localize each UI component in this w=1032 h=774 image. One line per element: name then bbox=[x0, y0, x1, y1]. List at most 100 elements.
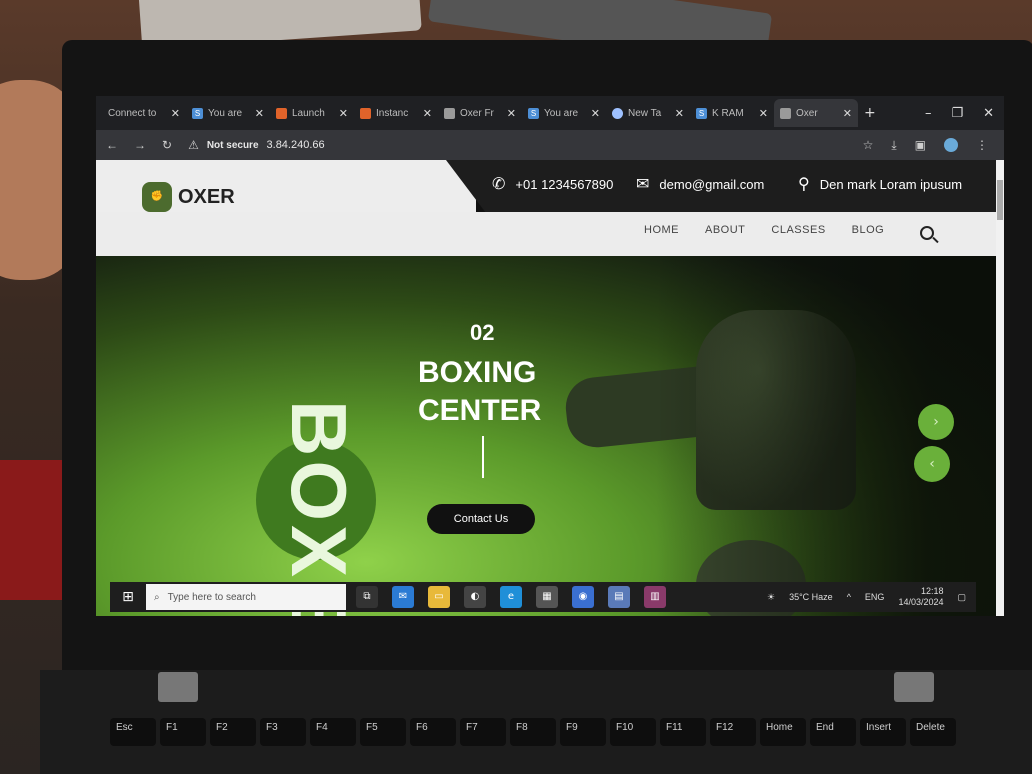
keyboard-key: F11 bbox=[660, 718, 706, 746]
logo-text: OXER bbox=[178, 185, 235, 208]
url-text: 3.84.240.66 bbox=[266, 139, 325, 151]
location-contact[interactable]: ⚲ Den mark Loram ipusum bbox=[798, 174, 962, 194]
browser-tab[interactable]: Instanc ✕ bbox=[354, 99, 438, 127]
back-icon[interactable]: ← bbox=[106, 138, 118, 152]
phone-contact[interactable]: ✆ +01 1234567890 bbox=[492, 174, 613, 194]
nav-item-home[interactable]: HOME bbox=[644, 224, 679, 236]
keyboard-key: Esc bbox=[110, 718, 156, 746]
tab-close-icon[interactable]: ✕ bbox=[171, 107, 180, 120]
tab-label: New Ta bbox=[628, 107, 662, 119]
tab-close-icon[interactable]: ✕ bbox=[675, 107, 684, 120]
tab-favicon-icon bbox=[780, 107, 791, 119]
scrollbar-thumb[interactable] bbox=[997, 180, 1003, 220]
window-controls: – ❐ ✕ bbox=[925, 106, 1004, 121]
site-logo[interactable]: ✊ OXER bbox=[142, 182, 235, 212]
profile-avatar[interactable] bbox=[944, 138, 958, 152]
carousel-next-button[interactable]: › bbox=[918, 404, 954, 440]
email-contact[interactable]: ✉ demo@gmail.com bbox=[636, 174, 764, 194]
keyboard-key: F12 bbox=[710, 718, 756, 746]
tray-chevron-icon[interactable]: ^ bbox=[847, 592, 851, 602]
browser-tab[interactable]: Oxer Fr ✕ bbox=[438, 99, 522, 127]
restore-icon[interactable]: ❐ bbox=[951, 106, 963, 121]
hero-headline: BOXING CENTER bbox=[418, 354, 541, 430]
phone-number: +01 1234567890 bbox=[515, 176, 614, 192]
reload-icon[interactable]: ↻ bbox=[162, 138, 172, 152]
clock[interactable]: 12:18 14/03/2024 bbox=[898, 586, 943, 608]
headline-line-2: CENTER bbox=[418, 394, 542, 427]
tab-label: K RAM bbox=[712, 107, 744, 119]
main-nav: HOME ABOUT CLASSES BLOG bbox=[644, 224, 884, 236]
warning-icon: ⚠ bbox=[188, 138, 199, 152]
notification-icon[interactable]: ▢ bbox=[957, 592, 966, 603]
tab-close-icon[interactable]: ✕ bbox=[507, 107, 516, 120]
app-icon-2[interactable]: ▤ bbox=[608, 586, 630, 608]
tab-label: Connect to bbox=[108, 107, 157, 119]
windows-start-icon[interactable]: ⊞ bbox=[110, 582, 146, 612]
nav-item-about[interactable]: ABOUT bbox=[705, 224, 745, 236]
search-icon[interactable] bbox=[920, 226, 934, 240]
email-address: demo@gmail.com bbox=[659, 176, 765, 192]
nav-item-classes[interactable]: CLASSES bbox=[771, 224, 825, 236]
browser-tab[interactable]: S K RAM ✕ bbox=[690, 99, 774, 127]
keyboard-key: F7 bbox=[460, 718, 506, 746]
taskbar-search-input[interactable]: ⌕ Type here to search bbox=[146, 584, 346, 610]
tab-close-icon[interactable]: ✕ bbox=[423, 107, 432, 120]
tab-close-icon[interactable]: ✕ bbox=[339, 107, 348, 120]
keyboard-key: F6 bbox=[410, 718, 456, 746]
keyboard-key: End bbox=[810, 718, 856, 746]
tab-label: Launch bbox=[292, 107, 325, 119]
chrome-icon[interactable]: ◉ bbox=[572, 586, 594, 608]
browser-tab[interactable]: S You are ✕ bbox=[186, 99, 270, 127]
tab-label: Oxer Fr bbox=[460, 107, 494, 119]
close-window-icon[interactable]: ✕ bbox=[983, 106, 994, 121]
search-glass-icon: ⌕ bbox=[154, 591, 160, 603]
tab-label: You are bbox=[208, 107, 243, 119]
browser-tab[interactable]: Oxer ✕ bbox=[774, 99, 858, 127]
page-scrollbar[interactable] bbox=[996, 160, 1004, 616]
keyboard-keys: Esc F1 F2 F3 F4 F5 F6 F7 F8 F9 F10 F11 F12 Home End Ins… bbox=[110, 718, 1010, 774]
tab-close-icon[interactable]: ✕ bbox=[759, 107, 768, 120]
menu-icon[interactable]: ⋮ bbox=[976, 138, 988, 152]
side-panel-icon[interactable]: ▣ bbox=[915, 138, 926, 152]
tab-favicon-icon bbox=[612, 107, 623, 119]
download-icon[interactable]: ⤓ bbox=[891, 138, 896, 153]
keyboard-key: Delete bbox=[910, 718, 956, 746]
tab-close-icon[interactable]: ✕ bbox=[591, 107, 600, 120]
nav-item-blog[interactable]: BLOG bbox=[852, 224, 885, 236]
browser-tab[interactable]: Connect to ✕ bbox=[102, 99, 186, 127]
webpage: ✊ OXER ✆ +01 1234567890 ✉ demo@gmail.com… bbox=[96, 160, 996, 616]
browser-tab[interactable]: S You are ✕ bbox=[522, 99, 606, 127]
hinge-left bbox=[158, 672, 198, 702]
carousel-prev-button[interactable]: ‹ bbox=[914, 446, 950, 482]
bookmark-star-icon[interactable]: ☆ bbox=[863, 138, 874, 152]
keyboard-key: Home bbox=[760, 718, 806, 746]
edge-icon[interactable]: e bbox=[500, 586, 522, 608]
store-icon[interactable]: ▦ bbox=[536, 586, 558, 608]
language-indicator[interactable]: ENG bbox=[865, 592, 885, 602]
keyboard-key: F10 bbox=[610, 718, 656, 746]
browser-tab[interactable]: Launch ✕ bbox=[270, 99, 354, 127]
contact-us-button[interactable]: Contact Us bbox=[427, 504, 535, 534]
weather-text[interactable]: 35°C Haze bbox=[789, 592, 833, 602]
file-explorer-icon[interactable]: ▭ bbox=[428, 586, 450, 608]
tab-close-icon[interactable]: ✕ bbox=[843, 107, 852, 120]
clock-date: 14/03/2024 bbox=[898, 597, 944, 607]
task-view-icon[interactable]: ⧉ bbox=[356, 586, 378, 608]
app-icon-1[interactable]: ◐ bbox=[464, 586, 486, 608]
url-field[interactable]: ⚠ Not secure 3.84.240.66 bbox=[188, 138, 325, 152]
windows-taskbar: ⊞ ⌕ Type here to search ⧉ ✉ ▭ ◐ e ▦ ◉ ▤ … bbox=[110, 582, 976, 612]
keyboard-key: F4 bbox=[310, 718, 356, 746]
tab-close-icon[interactable]: ✕ bbox=[255, 107, 264, 120]
minimize-icon[interactable]: – bbox=[925, 106, 932, 121]
keyboard-key: Insert bbox=[860, 718, 906, 746]
browser-tab[interactable]: New Ta ✕ bbox=[606, 99, 690, 127]
tab-favicon-icon bbox=[444, 107, 455, 119]
new-tab-button[interactable]: + bbox=[864, 105, 876, 121]
forward-icon[interactable]: → bbox=[134, 138, 146, 152]
tab-label: Oxer bbox=[796, 107, 818, 119]
tab-favicon-icon: S bbox=[696, 107, 707, 119]
mail-app-icon[interactable]: ✉ bbox=[392, 586, 414, 608]
headline-line-1: BOXING bbox=[418, 356, 537, 389]
keyboard-key: F2 bbox=[210, 718, 256, 746]
winrar-icon[interactable]: ▥ bbox=[644, 586, 666, 608]
